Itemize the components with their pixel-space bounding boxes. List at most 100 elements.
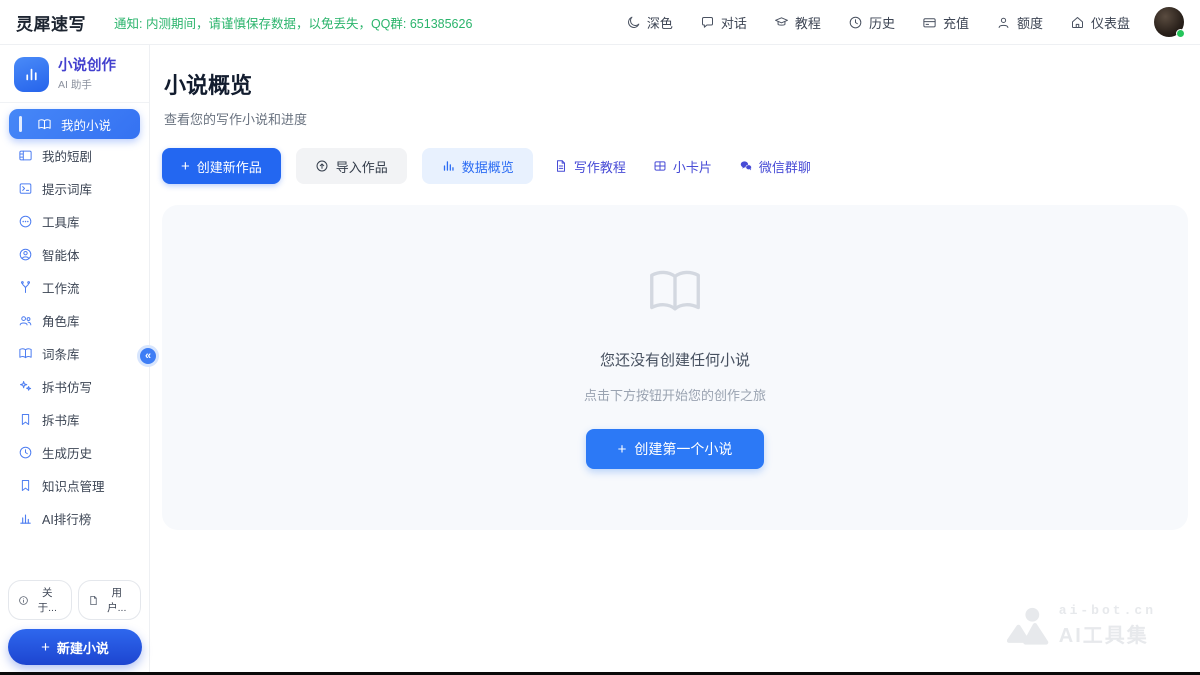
sidebar-item-label: 我的小说 xyxy=(61,115,111,134)
sidebar-nav: 我的小说 我的短剧 提示词库 工具库 智能体 工作流 xyxy=(0,109,149,535)
import-work-button[interactable]: 导入作品 xyxy=(296,148,407,184)
chat-dots-icon xyxy=(18,214,33,229)
sidebar-item-my-short-dramas[interactable]: 我的短剧 xyxy=(0,139,149,172)
watermark-line1: ai-bot.cn xyxy=(1059,603,1156,618)
sidebar-item-label: 拆书库 xyxy=(42,410,80,429)
wechat-group-link[interactable]: 微信群聊 xyxy=(733,157,817,176)
ai-bot-logo-icon xyxy=(1007,607,1049,645)
create-label: 创建新作品 xyxy=(197,157,262,176)
divider xyxy=(0,102,149,103)
nav-chat[interactable]: 对话 xyxy=(700,13,747,32)
online-status-dot xyxy=(1176,29,1185,38)
app-subtitle: AI 助手 xyxy=(58,77,116,92)
history-icon xyxy=(848,15,863,30)
notice-banner: 通知: 内测期间，请谨慎保存数据，以免丢失，QQ群: 651385626 xyxy=(114,13,472,32)
create-first-label: 创建第一个小说 xyxy=(634,439,732,459)
footer-mini-buttons: 关于... 用户... xyxy=(8,580,141,620)
sidebar-item-book-library[interactable]: 拆书库 xyxy=(0,403,149,436)
nav-dark-mode[interactable]: 深色 xyxy=(626,13,673,32)
bar-chart-icon xyxy=(23,66,40,83)
active-indicator xyxy=(19,116,22,132)
dashboard-icon xyxy=(1070,15,1085,30)
sidebar-item-label: 工作流 xyxy=(42,278,80,297)
sidebar: 小说创作 AI 助手 我的小说 我的短剧 提示词库 工具库 xyxy=(0,45,150,675)
nav-label: 教程 xyxy=(795,13,821,32)
sidebar-item-label: 我的短剧 xyxy=(42,146,92,165)
sidebar-item-ai-leaderboard[interactable]: AI排行榜 xyxy=(0,502,149,535)
sidebar-item-label: 角色库 xyxy=(42,311,80,330)
bar-chart-icon xyxy=(18,511,33,526)
cards-grid-icon xyxy=(653,159,667,173)
user-avatar[interactable] xyxy=(1154,7,1184,37)
create-first-novel-button[interactable]: + 创建第一个小说 xyxy=(586,429,764,469)
nav-tutorial[interactable]: 教程 xyxy=(774,13,821,32)
user-label: 用户... xyxy=(103,585,132,615)
workflow-icon xyxy=(18,280,33,295)
sidebar-item-character-library[interactable]: 角色库 xyxy=(0,304,149,337)
quota-icon xyxy=(996,15,1011,30)
document-icon xyxy=(554,159,568,173)
chat-icon xyxy=(700,15,715,30)
sidebar-item-my-novels[interactable]: 我的小说 xyxy=(9,109,140,139)
new-novel-label: 新建小说 xyxy=(57,638,109,657)
wechat-label: 微信群聊 xyxy=(759,157,811,176)
page-title: 小说概览 xyxy=(164,68,1188,100)
sidebar-item-generation-history[interactable]: 生成历史 xyxy=(0,436,149,469)
people-icon xyxy=(18,313,33,328)
empty-state-card: 您还没有创建任何小说 点击下方按钮开始您的创作之旅 + 创建第一个小说 xyxy=(162,205,1188,530)
toolbar: + 创建新作品 导入作品 数据概览 写作教程 小卡片 微信群聊 xyxy=(162,148,1188,184)
sidebar-item-label: 工具库 xyxy=(42,212,80,231)
empty-state-title: 您还没有创建任何小说 xyxy=(600,349,750,370)
user-agreement-button[interactable]: 用户... xyxy=(78,580,142,620)
nav-history[interactable]: 历史 xyxy=(848,13,895,32)
card-label: 小卡片 xyxy=(673,157,712,176)
sidebar-item-label: 智能体 xyxy=(42,245,80,264)
app-title-block: 小说创作 AI 助手 xyxy=(58,58,116,92)
nav-label: 深色 xyxy=(647,13,673,32)
create-new-work-button[interactable]: + 创建新作品 xyxy=(162,148,281,184)
tutorial-label: 写作教程 xyxy=(574,157,626,176)
sidebar-item-label: 生成历史 xyxy=(42,443,92,462)
about-label: 关于... xyxy=(33,585,62,615)
open-book-icon xyxy=(642,261,708,323)
agent-icon xyxy=(18,247,33,262)
small-card-link[interactable]: 小卡片 xyxy=(647,157,718,176)
document-icon xyxy=(88,595,99,606)
sidebar-item-entry-library[interactable]: 词条库 xyxy=(0,337,149,370)
film-icon xyxy=(18,148,33,163)
writing-tutorial-link[interactable]: 写作教程 xyxy=(548,157,632,176)
plus-icon: + xyxy=(618,442,627,457)
nav-label: 充值 xyxy=(943,13,969,32)
sidebar-item-label: 提示词库 xyxy=(42,179,92,198)
nav-label: 仪表盘 xyxy=(1091,13,1130,32)
sidebar-item-label: AI排行榜 xyxy=(42,509,91,528)
app-window: 灵犀速写 通知: 内测期间，请谨慎保存数据，以免丢失，QQ群: 65138562… xyxy=(0,0,1200,675)
chevrons-left-icon: « xyxy=(145,350,151,362)
open-book-icon xyxy=(37,117,52,132)
sidebar-item-workflows[interactable]: 工作流 xyxy=(0,271,149,304)
recharge-icon xyxy=(922,15,937,30)
import-label: 导入作品 xyxy=(336,157,388,176)
watermark: ai-bot.cn AI工具集 xyxy=(1007,603,1156,648)
new-novel-button[interactable]: + 新建小说 xyxy=(8,629,142,665)
topbar: 灵犀速写 通知: 内测期间，请谨慎保存数据，以免丢失，QQ群: 65138562… xyxy=(0,0,1200,45)
sidebar-item-agents[interactable]: 智能体 xyxy=(0,238,149,271)
app-title: 小说创作 xyxy=(58,58,116,75)
sidebar-footer: 关于... 用户... + 新建小说 xyxy=(0,580,149,665)
nav-recharge[interactable]: 充值 xyxy=(922,13,969,32)
sidebar-item-book-imitation[interactable]: 拆书仿写 xyxy=(0,370,149,403)
sidebar-item-tool-library[interactable]: 工具库 xyxy=(0,205,149,238)
bookmark-icon xyxy=(18,478,33,493)
sidebar-item-label: 词条库 xyxy=(42,344,80,363)
data-overview-button[interactable]: 数据概览 xyxy=(422,148,533,184)
nav-dashboard[interactable]: 仪表盘 xyxy=(1070,13,1130,32)
bookmark-icon xyxy=(18,412,33,427)
open-book-icon xyxy=(18,346,33,361)
sidebar-collapse-button[interactable]: « xyxy=(137,345,159,367)
nav-label: 对话 xyxy=(721,13,747,32)
sidebar-item-prompt-library[interactable]: 提示词库 xyxy=(0,172,149,205)
topbar-nav: 深色 对话 教程 历史 充值 额度 xyxy=(626,13,1130,32)
sidebar-item-knowledge-management[interactable]: 知识点管理 xyxy=(0,469,149,502)
about-button[interactable]: 关于... xyxy=(8,580,72,620)
nav-quota[interactable]: 额度 xyxy=(996,13,1043,32)
